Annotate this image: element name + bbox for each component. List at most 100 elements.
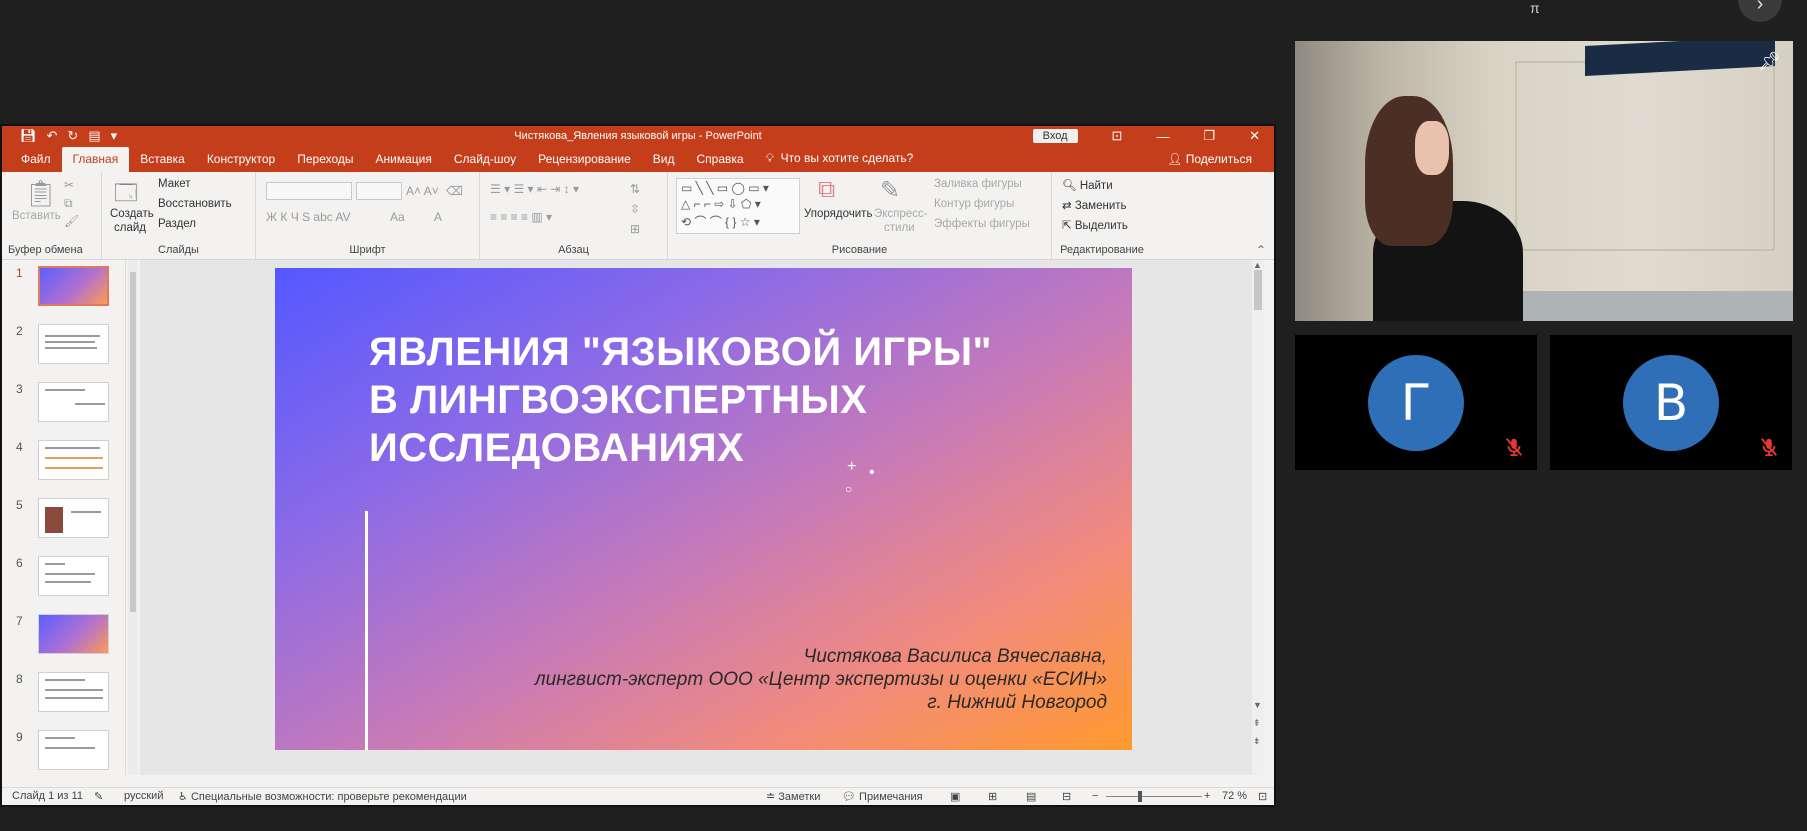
scroll-up-icon[interactable]: ▲	[1253, 260, 1262, 270]
minimize-icon[interactable]: —	[1156, 129, 1169, 144]
tab-design[interactable]: Конструктор	[196, 152, 286, 172]
slide-thumbnail[interactable]	[38, 672, 109, 712]
slide-scrollbar[interactable]: ▲ ▼ ⇞ ⇟	[1252, 260, 1264, 775]
slide-thumbnail[interactable]	[38, 614, 109, 654]
font-style-buttons[interactable]: Ж К Ч S abc AV	[266, 210, 351, 224]
prev-slide-icon[interactable]: ⇞	[1253, 718, 1261, 729]
thumbnail-row[interactable]: 4	[2, 438, 114, 484]
format-painter-icon[interactable]: 🖌︎	[64, 214, 79, 228]
tab-help[interactable]: Справка	[685, 152, 754, 172]
shapes-icons-row3[interactable]: ⟲ ⌒ ⌒ { } ☆ ▾	[681, 213, 760, 230]
notes-button[interactable]: ≐ Заметки	[766, 790, 820, 803]
zoom-out-icon[interactable]: −	[1092, 790, 1098, 802]
shapes-gallery[interactable]: ▭ ╲ ╲ ▭ ◯ ▭ ▾ △ ⌐ ⌐ ⇨ ⇩ ⬠ ▾ ⟲ ⌒ ⌒ { } ☆ …	[676, 178, 800, 234]
slide-thumbnail[interactable]	[38, 730, 109, 770]
slide-thumbnail[interactable]	[38, 382, 109, 422]
tab-slideshow[interactable]: Слайд-шоу	[443, 152, 527, 172]
shape-fill-button[interactable]: Заливка фигуры	[934, 178, 1022, 190]
customize-icon[interactable]: ▾	[111, 128, 118, 144]
ribbon-options-icon[interactable]: ⊡	[1112, 128, 1123, 144]
quick-styles-button[interactable]: Экспресс-	[874, 208, 928, 220]
thumbnail-row[interactable]: 7	[2, 612, 114, 658]
align-icons[interactable]: ≡ ≡ ≡ ≡ ▥ ▾	[490, 210, 552, 224]
reset-button[interactable]: Восстановить	[158, 198, 232, 210]
comments-button[interactable]: 💬︎ Примечания	[842, 790, 923, 803]
undo-icon[interactable]: ↶	[47, 128, 58, 144]
spellcheck-icon[interactable]: ✎	[94, 790, 103, 803]
slide-title[interactable]: ЯВЛЕНИЯ "ЯЗЫКОВОЙ ИГРЫ" В ЛИНГВОЭКСПЕРТН…	[369, 328, 1009, 472]
current-slide[interactable]: ЯВЛЕНИЯ "ЯЗЫКОВОЙ ИГРЫ" В ЛИНГВОЭКСПЕРТН…	[275, 268, 1132, 750]
redo-icon[interactable]: ↻	[67, 128, 78, 144]
save-icon[interactable]: 💾︎	[20, 128, 37, 144]
arrange-icon[interactable]: ⧉	[818, 176, 835, 204]
zoom-in-icon[interactable]: +	[1204, 790, 1210, 802]
thumbnail-row[interactable]: 9	[2, 728, 114, 774]
align-text-icon[interactable]: ⇳	[630, 202, 640, 216]
font-grow-shrink-icon[interactable]: A˄ A˅	[406, 184, 439, 198]
slideshow-view-icon[interactable]: ⊟	[1062, 790, 1071, 803]
language-status[interactable]: русский	[124, 790, 163, 802]
slide-thumbnail[interactable]	[38, 266, 109, 306]
layout-button[interactable]: Макет	[158, 178, 191, 190]
zoom-slider[interactable]	[1106, 796, 1202, 797]
select-button[interactable]: ⇱ Выделить	[1062, 218, 1128, 232]
paste-button[interactable]: Вставить	[12, 210, 61, 222]
font-color-button[interactable]: A	[434, 210, 442, 224]
normal-view-icon[interactable]: ▣	[950, 790, 960, 803]
text-direction-icon[interactable]: ⇅	[630, 182, 640, 196]
speaker-video[interactable]: 📌︎	[1295, 41, 1793, 321]
smartart-icon[interactable]: ⊞	[630, 222, 640, 236]
thumbnail-row[interactable]: 8	[2, 670, 114, 716]
shape-outline-button[interactable]: Контур фигуры	[934, 198, 1014, 210]
thumbnail-row[interactable]: 2	[2, 322, 114, 368]
slide-thumbnail[interactable]	[38, 556, 109, 596]
thumbnails-scrollbar[interactable]	[128, 260, 138, 775]
next-slide-icon[interactable]: ⇟	[1253, 736, 1261, 747]
tab-animations[interactable]: Анимация	[365, 152, 443, 172]
change-case-button[interactable]: Aa	[390, 210, 405, 224]
thumbnail-row[interactable]: 6	[2, 554, 114, 600]
shapes-icons[interactable]: ▭ ╲ ╲ ▭ ◯ ▭ ▾	[681, 181, 769, 195]
accessibility-status[interactable]: ♿︎ Специальные возможности: проверьте ре…	[178, 790, 467, 803]
thumbnail-row[interactable]: 1	[2, 264, 114, 310]
copy-icon[interactable]: ⧉	[64, 196, 73, 211]
collapse-ribbon-icon[interactable]: ⌃	[1256, 243, 1266, 257]
tab-transitions[interactable]: Переходы	[286, 152, 364, 172]
zoom-level[interactable]: 72 %	[1222, 790, 1247, 802]
thumbnail-row[interactable]: 5	[2, 496, 114, 542]
section-button[interactable]: Раздел	[158, 218, 196, 230]
slide-thumbnail[interactable]	[38, 498, 109, 538]
signin-button[interactable]: Вход	[1032, 129, 1078, 143]
sorter-view-icon[interactable]: ⊞	[988, 790, 997, 803]
tab-review[interactable]: Рецензирование	[527, 152, 642, 172]
slide-thumbnail[interactable]	[38, 324, 109, 364]
find-button[interactable]: 🔍︎ Найти	[1062, 178, 1113, 192]
clear-format-icon[interactable]: ⌫	[446, 184, 463, 198]
participant-tile[interactable]: Г	[1295, 335, 1537, 470]
arrange-button[interactable]: Упорядочить	[804, 208, 872, 220]
participant-tile[interactable]: В	[1550, 335, 1792, 470]
scroll-down-icon[interactable]: ▼	[1253, 700, 1262, 710]
replace-button[interactable]: ⇄ Заменить	[1062, 198, 1127, 212]
quick-styles-icon[interactable]: ✎	[880, 176, 900, 205]
thumbnail-row[interactable]: 3	[2, 380, 114, 426]
pin-icon[interactable]: 📌︎	[1758, 51, 1781, 72]
shape-effects-button[interactable]: Эффекты фигуры	[934, 218, 1030, 230]
zoom-slider-knob[interactable]	[1138, 791, 1142, 802]
shapes-icons-row2[interactable]: △ ⌐ ⌐ ⇨ ⇩ ⬠ ▾	[681, 197, 761, 211]
close-icon[interactable]: ✕	[1249, 128, 1260, 144]
presentation-icon[interactable]: ▤	[88, 128, 100, 144]
fit-slide-icon[interactable]: ⊡	[1258, 790, 1267, 803]
bullets-icon[interactable]: ☰ ▾ ☰ ▾ ⇤ ⇥ ↕ ▾	[490, 182, 579, 196]
font-size-combo[interactable]	[356, 182, 402, 200]
restore-icon[interactable]: ❐	[1203, 128, 1215, 144]
tell-me-search[interactable]: 💡︎ Что вы хотите сделать?	[755, 151, 925, 172]
slide-author[interactable]: Чистякова Василиса Вячеславна, лингвист-…	[467, 645, 1107, 714]
reading-view-icon[interactable]: ▤	[1026, 790, 1036, 803]
slide-thumbnail[interactable]	[38, 440, 109, 480]
share-button[interactable]: 👤︎ Поделиться	[1167, 152, 1252, 166]
tab-view[interactable]: Вид	[642, 152, 686, 172]
tab-insert[interactable]: Вставка	[129, 152, 196, 172]
font-name-combo[interactable]	[266, 182, 352, 200]
cut-icon[interactable]: ✂	[64, 178, 74, 192]
